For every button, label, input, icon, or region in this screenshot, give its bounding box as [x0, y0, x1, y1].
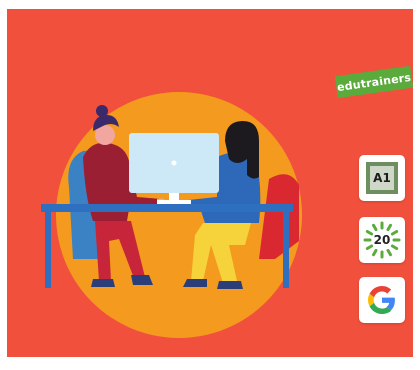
twenty-years-badge: 20 — [359, 217, 405, 263]
desk-top — [41, 204, 293, 212]
desk-leg-left — [45, 212, 51, 288]
monitor-base — [157, 200, 191, 204]
left-person-bun — [96, 105, 108, 117]
a1-certificate-icon: A1 — [366, 162, 398, 194]
monitor-logo — [171, 160, 177, 166]
hero-banner: edutrainers A1 20 — [7, 9, 413, 357]
desk-leg-right — [283, 212, 289, 288]
office-illustration — [41, 92, 302, 338]
a1-badge: A1 — [359, 155, 405, 201]
google-badge — [359, 277, 405, 323]
twenty-badge-label: 20 — [373, 233, 391, 247]
a1-badge-label: A1 — [373, 171, 391, 185]
monitor-stand — [169, 193, 179, 201]
google-icon — [368, 286, 395, 314]
